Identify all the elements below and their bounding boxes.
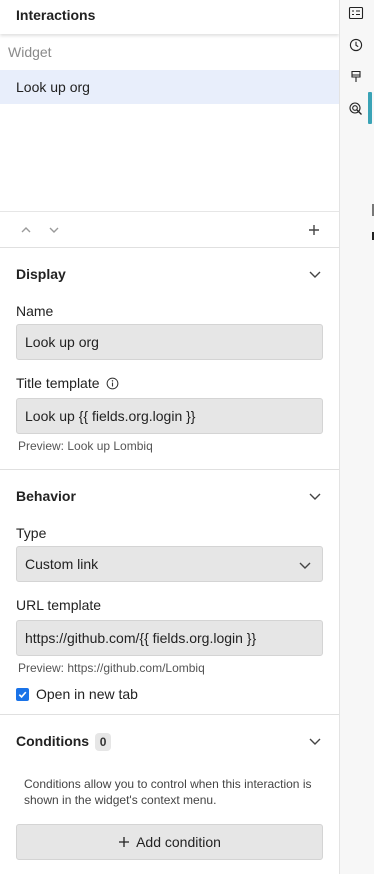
chevron-down-icon <box>309 738 321 745</box>
conditions-section-header[interactable]: Conditions 0 <box>0 715 339 767</box>
chevron-down-icon <box>299 562 311 569</box>
chevron-down-icon[interactable] <box>44 220 64 240</box>
behavior-section-title: Behavior <box>16 488 76 504</box>
name-field[interactable]: Look up org <box>16 324 323 360</box>
list-group-label: Widget <box>8 44 52 60</box>
url-preview: Preview: https://github.com/Lombiq <box>18 661 205 675</box>
conditions-section: Conditions 0 Conditions allow you to cont… <box>0 715 339 860</box>
chevron-down-icon <box>309 493 321 500</box>
conditions-section-title: Conditions <box>16 733 90 749</box>
type-select[interactable]: Custom link <box>16 546 323 582</box>
active-tab-indicator <box>368 92 372 124</box>
list-toolbar <box>0 212 339 248</box>
plus-icon[interactable] <box>304 220 324 240</box>
brush-icon[interactable] <box>346 67 366 87</box>
interactions-panel: Interactions Widget Look up org Display … <box>0 0 340 874</box>
add-condition-button[interactable]: Add condition <box>16 824 323 860</box>
display-section-header[interactable]: Display <box>0 248 339 300</box>
chevron-up-icon[interactable] <box>16 220 36 240</box>
title-preview: Preview: Look up Lombiq <box>18 439 153 453</box>
chevron-down-icon <box>309 271 321 278</box>
interactions-list: Widget Look up org <box>0 34 339 212</box>
list-details-icon[interactable] <box>346 3 366 23</box>
plus-icon <box>119 837 130 847</box>
panel-title: Interactions <box>0 0 339 34</box>
name-label: Name <box>16 303 54 319</box>
url-template-field[interactable]: https://github.com/{{ fields.org.login }… <box>16 620 323 656</box>
conditions-help: Conditions allow you to control when thi… <box>24 777 312 807</box>
info-icon[interactable] <box>106 377 119 390</box>
conditions-count-badge: 0 <box>95 733 112 751</box>
check-icon <box>18 691 27 698</box>
display-section: Display Name Look up org Title template … <box>0 248 339 470</box>
open-new-tab-checkbox[interactable] <box>16 687 29 701</box>
url-template-label: URL template <box>16 597 102 613</box>
list-item[interactable]: Look up org <box>0 70 339 104</box>
history-icon[interactable] <box>346 35 366 55</box>
open-new-tab-label: Open in new tab <box>36 686 138 702</box>
behavior-section-header[interactable]: Behavior <box>0 470 339 522</box>
type-label: Type <box>16 525 47 541</box>
title-template-field[interactable]: Look up {{ fields.org.login }} <box>16 398 323 434</box>
interaction-icon[interactable] <box>346 99 366 119</box>
open-new-tab-row[interactable]: Open in new tab <box>0 682 339 706</box>
title-template-label: Title template <box>0 372 339 394</box>
add-condition-label: Add condition <box>136 834 221 850</box>
type-select-value: Custom link <box>25 556 99 572</box>
behavior-section: Behavior Type Custom link URL template h… <box>0 470 339 715</box>
side-rail <box>340 0 374 874</box>
display-section-title: Display <box>16 266 66 282</box>
